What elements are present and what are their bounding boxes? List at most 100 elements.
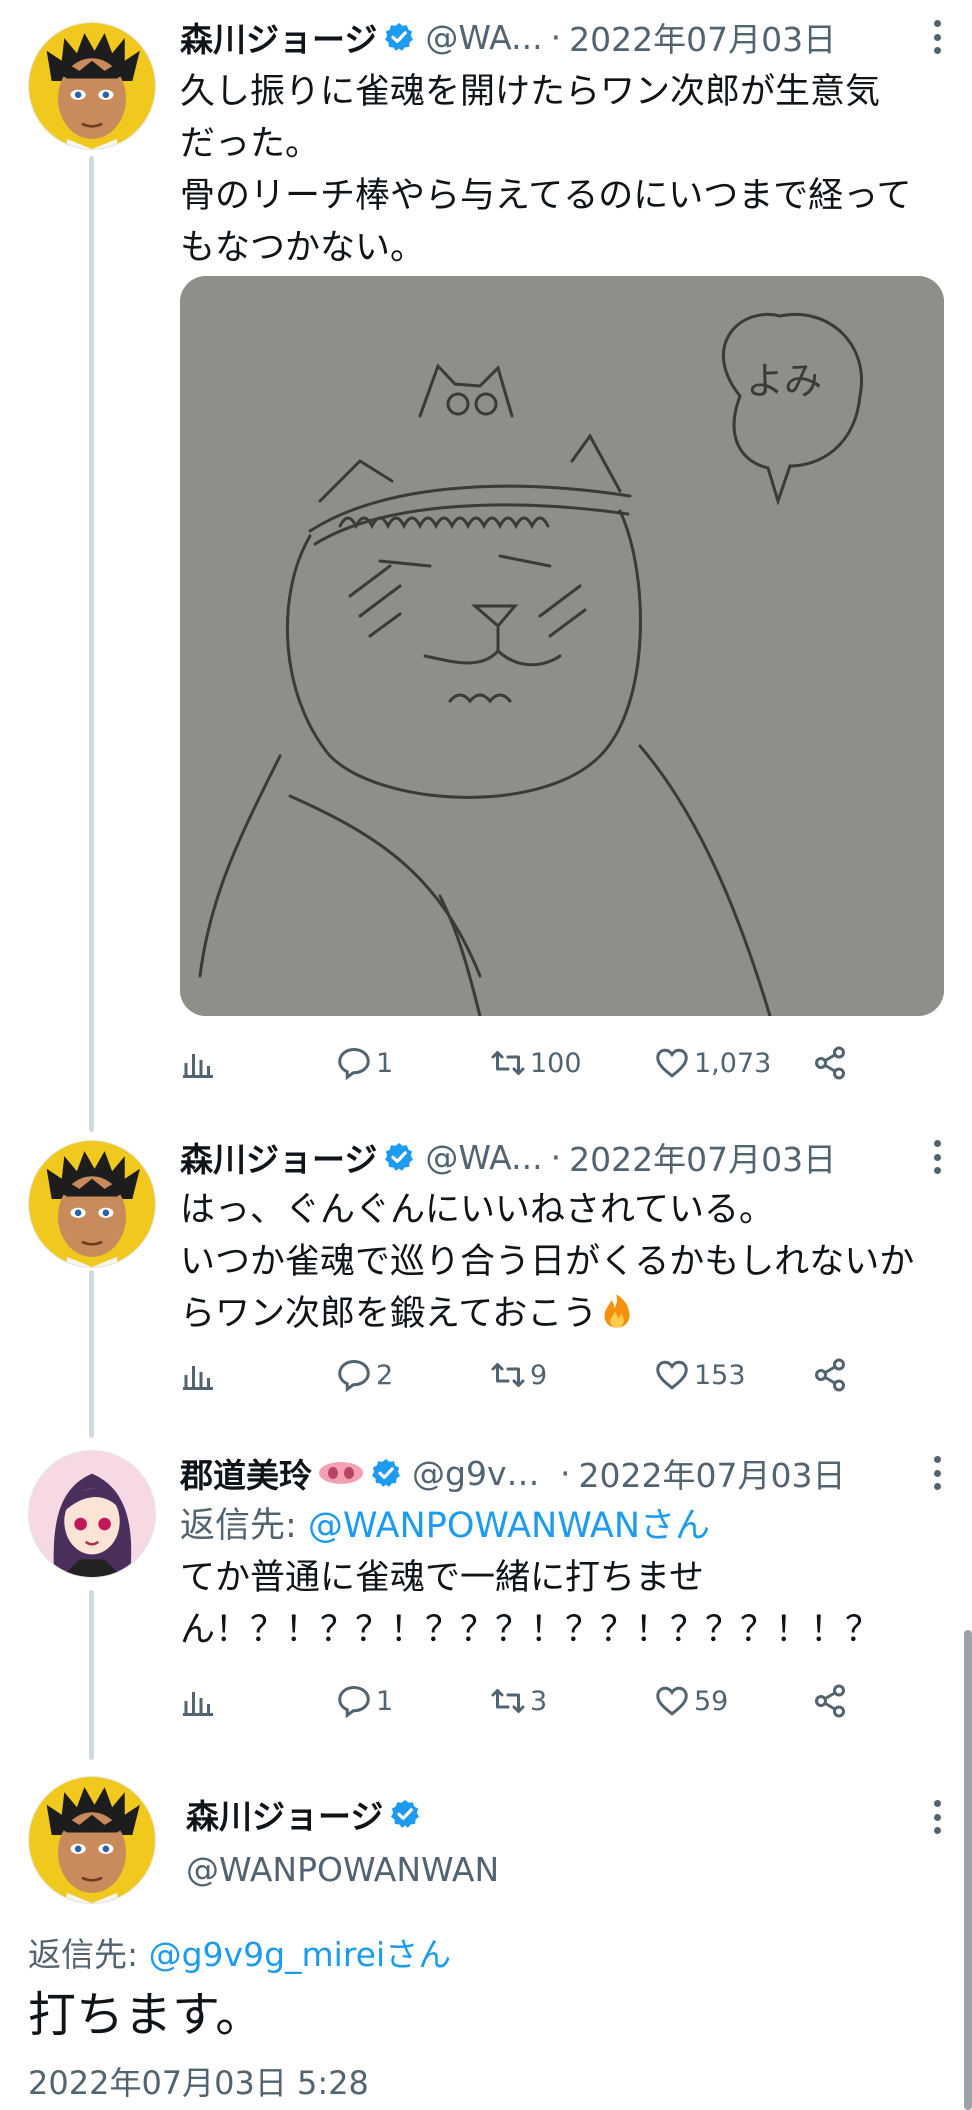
like-count: 59: [694, 1685, 729, 1717]
tweet-text: 打ちます。: [28, 1987, 264, 2043]
tweet-text-line: てか普通に雀魂で一緒に打ちませ: [180, 1558, 704, 1598]
tweet-text-line: ん！？！？？！？？？！？？！？？？！！？: [180, 1610, 881, 1650]
heart-icon: [656, 1686, 688, 1716]
tweet-actions: 1 3 59: [180, 1676, 860, 1726]
reply-to-line: 返信先: @WANPOWANWANさん: [180, 1500, 942, 1552]
heart-icon: [656, 1048, 688, 1078]
analytics-icon: [183, 1054, 213, 1078]
separator-dot: ·: [560, 1453, 571, 1493]
reply-to-link[interactable]: @g9v9g_mireiさん: [149, 1935, 452, 1974]
more-options-icon[interactable]: [932, 1800, 942, 1834]
reply-icon: [338, 1359, 370, 1393]
tweet-text-line: はっ、ぐんぐんにいいねされている。: [180, 1190, 774, 1230]
fire-icon: [604, 1294, 630, 1328]
share-icon: [815, 1358, 845, 1392]
analytics-icon: [183, 1692, 213, 1716]
verified-badge-icon: [385, 1143, 414, 1171]
reply-to-link[interactable]: @WANPOWANWANさん: [308, 1506, 710, 1546]
reply-icon: [338, 1685, 370, 1719]
avatar[interactable]: [28, 22, 156, 150]
more-options-icon[interactable]: [932, 1140, 942, 1174]
reply-button[interactable]: 2: [336, 1350, 393, 1400]
thread-line: [89, 156, 94, 1132]
separator-dot: ·: [550, 1137, 562, 1177]
views-button[interactable]: [180, 1676, 220, 1726]
retweet-button[interactable]: 9: [490, 1350, 547, 1400]
like-button[interactable]: 153: [654, 1350, 746, 1400]
views-button[interactable]: [180, 1038, 220, 1088]
reply-to-line: 返信先: @g9v9g_mireiさん: [28, 1928, 451, 1976]
tweet-timestamp[interactable]: 2022年07月03日 5:28: [28, 2058, 369, 2104]
author-name[interactable]: 森川ジョージ: [186, 1790, 383, 1838]
tweet-actions: 1 100 1,073: [180, 1038, 860, 1088]
reply-to-label: 返信先:: [180, 1506, 308, 1546]
analytics-icon: [183, 1366, 213, 1390]
retweet-count: 3: [530, 1685, 548, 1717]
more-options-icon[interactable]: [932, 20, 942, 54]
retweet-icon: [491, 1363, 525, 1387]
heart-icon: [656, 1360, 688, 1390]
tweet-date[interactable]: 2022年07月03日: [569, 1133, 836, 1181]
drawn-text: よみ: [746, 359, 822, 403]
reply-icon: [338, 1047, 370, 1081]
reply-button[interactable]: 1: [336, 1676, 393, 1726]
tweet-text: はっ、ぐんぐんにいいねされている。 いつか雀魂で巡り合う日がくるかもしれないか …: [180, 1184, 942, 1340]
share-icon: [815, 1046, 845, 1080]
tweet-text-line: 久し振りに雀魂を開けたらワン次郎が生意気: [180, 72, 881, 112]
thread-line: [89, 1590, 94, 1760]
reply-to-label: 返信先:: [28, 1935, 149, 1974]
author-name[interactable]: 森川ジョージ: [180, 13, 377, 61]
retweet-count: 9: [530, 1359, 548, 1391]
author-handle[interactable]: @WA...: [425, 18, 542, 57]
retweet-count: 100: [530, 1047, 582, 1079]
tweet-text-line: 骨のリーチ棒やら与えてるのにいつまで経って: [180, 176, 912, 216]
tweet-text: 返信先: @WANPOWANWANさん てか普通に雀魂で一緒に打ちませ ん！？！…: [180, 1500, 942, 1656]
like-count: 1,073: [694, 1047, 772, 1079]
verified-badge-icon: [372, 1459, 400, 1487]
tweet-date[interactable]: 2022年07月03日: [569, 13, 836, 61]
reply-count: 2: [376, 1359, 394, 1391]
avatar[interactable]: [28, 1776, 156, 1904]
tweet-text-line: だった。: [180, 124, 321, 164]
separator-dot: ·: [550, 17, 562, 57]
like-button[interactable]: 59: [654, 1676, 728, 1726]
avatar[interactable]: [28, 1450, 156, 1578]
tweet-photo[interactable]: よみ: [180, 276, 944, 1016]
avatar[interactable]: [28, 1140, 156, 1268]
more-options-icon[interactable]: [932, 1456, 942, 1490]
tweet-actions: 2 9 153: [180, 1350, 860, 1400]
author-handle[interactable]: @WA...: [425, 1138, 542, 1177]
reply-count: 1: [376, 1047, 394, 1079]
tweet-header: 森川ジョージ @WA... · 2022年07月03日: [180, 14, 936, 60]
tweet-date[interactable]: 2022年07月03日: [579, 1449, 846, 1497]
tweet-text-segment: らワン次郎を鍛えておこう: [180, 1294, 598, 1334]
tweet-text-line: らワン次郎を鍛えておこう: [180, 1288, 942, 1340]
share-button[interactable]: [812, 1676, 852, 1726]
reply-button[interactable]: 1: [336, 1038, 393, 1088]
retweet-button[interactable]: 3: [490, 1676, 547, 1726]
verified-badge-icon: [391, 1800, 420, 1828]
scrollbar[interactable]: [964, 1630, 972, 2110]
thread-line: [89, 1270, 94, 1438]
retweet-icon: [491, 1689, 525, 1713]
author-name[interactable]: 森川ジョージ: [180, 1133, 377, 1181]
author-name-row: 森川ジョージ: [186, 1790, 431, 1838]
share-button[interactable]: [812, 1038, 852, 1088]
views-button[interactable]: [180, 1350, 220, 1400]
tweet-text: 久し振りに雀魂を開けたらワン次郎が生意気 だった。 骨のリーチ棒やら与えてるのに…: [180, 66, 942, 274]
retweet-icon: [491, 1051, 525, 1075]
tweet-header: 郡道美玲 @g9v9... · 2022年07月03日: [180, 1450, 936, 1496]
tweet-text-line: いつか雀魂で巡り合う日がくるかもしれないか: [180, 1242, 915, 1282]
like-count: 153: [694, 1359, 746, 1391]
retweet-button[interactable]: 100: [490, 1038, 582, 1088]
reply-count: 1: [376, 1685, 394, 1717]
author-name[interactable]: 郡道美玲: [180, 1449, 312, 1497]
pig-nose-emoji-icon: [319, 1462, 363, 1484]
verified-badge-icon: [385, 23, 414, 51]
tweet-header: 森川ジョージ @WA... · 2022年07月03日: [180, 1134, 936, 1180]
share-button[interactable]: [812, 1350, 852, 1400]
tweet-text-line: もなつかない。: [180, 228, 426, 268]
like-button[interactable]: 1,073: [654, 1038, 771, 1088]
author-handle[interactable]: @g9v9...: [412, 1454, 552, 1493]
author-handle[interactable]: @WANPOWANWAN: [186, 1850, 499, 1889]
